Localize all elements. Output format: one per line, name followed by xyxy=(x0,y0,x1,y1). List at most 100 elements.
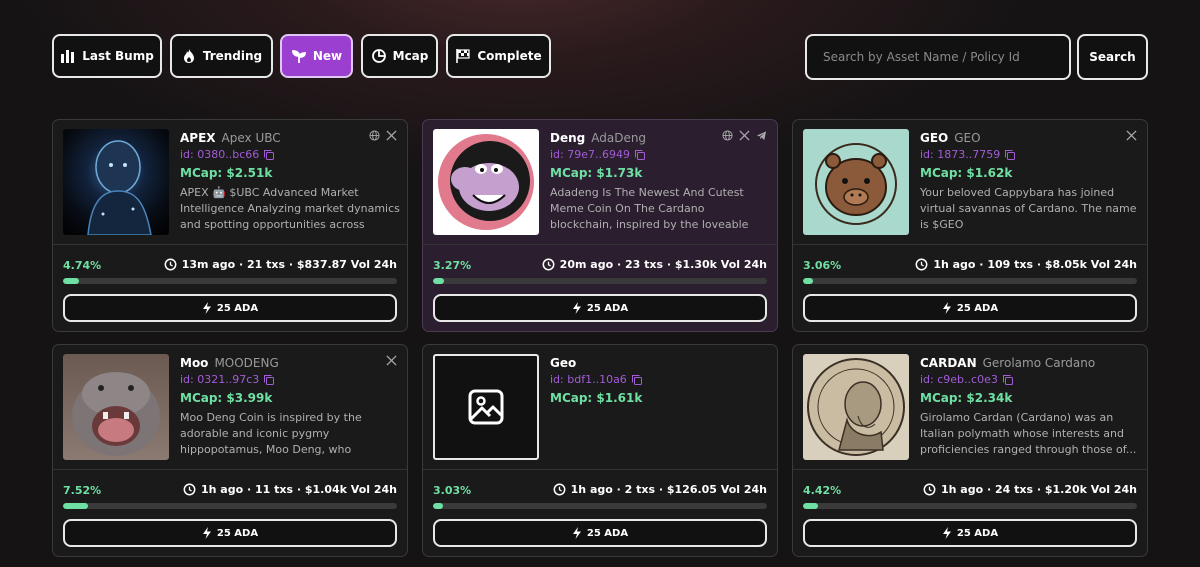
token-name: Geo xyxy=(550,356,577,370)
policy-id: id: bdf1..10a6 xyxy=(550,373,643,386)
checkered-flag-icon xyxy=(456,49,470,63)
token-name-row: APEX Apex UBC xyxy=(180,131,281,145)
bonding-progress-percent: 3.27% xyxy=(433,259,472,272)
filter-last-bump-button[interactable]: Last Bump xyxy=(52,34,162,78)
x-icon[interactable] xyxy=(386,130,397,141)
token-name: Moo xyxy=(180,356,209,370)
filter-toolbar: Last Bump Trending New Mcap Complete Sea… xyxy=(52,34,1148,80)
quick-buy-button[interactable]: 25 ADA xyxy=(63,294,397,322)
token-card[interactable]: CARDAN Gerolamo Cardano id: c9eb..c0e3 MC… xyxy=(792,344,1148,557)
policy-id-text: id: 1873..7759 xyxy=(920,148,1001,161)
token-description: Your beloved Cappybara has joined virtua… xyxy=(920,186,1137,231)
copy-icon[interactable] xyxy=(263,149,275,161)
image-placeholder xyxy=(433,354,539,460)
card-divider xyxy=(423,244,777,245)
filter-label: Trending xyxy=(202,49,263,63)
buy-label: 25 ADA xyxy=(586,302,629,314)
buy-label: 25 ADA xyxy=(586,527,629,539)
token-stats: 1h ago · 2 txs · $126.05 Vol 24h xyxy=(553,483,767,496)
lightning-icon xyxy=(202,302,211,314)
lightning-icon xyxy=(202,527,211,539)
progress-fill xyxy=(63,278,79,284)
stats-text: 1h ago · 2 txs · $126.05 Vol 24h xyxy=(570,483,767,496)
buy-label: 25 ADA xyxy=(216,527,259,539)
copy-icon[interactable] xyxy=(631,374,643,386)
search-button[interactable]: Search xyxy=(1077,34,1148,80)
policy-id-text: id: 79e7..6949 xyxy=(550,148,630,161)
copy-icon[interactable] xyxy=(263,374,275,386)
stats-text: 1h ago · 109 txs · $8.05k Vol 24h xyxy=(933,258,1137,271)
token-stats: 13m ago · 21 txs · $837.87 Vol 24h xyxy=(164,258,397,271)
filter-new-button[interactable]: New xyxy=(280,34,353,78)
quick-buy-button[interactable]: 25 ADA xyxy=(803,294,1137,322)
token-description: Adadeng Is The Newest And Cutest Meme Co… xyxy=(550,186,749,231)
token-name: APEX xyxy=(180,131,216,145)
card-divider xyxy=(53,244,407,245)
token-name: Deng xyxy=(550,131,586,145)
stats-text: 1h ago · 11 txs · $1.04k Vol 24h xyxy=(200,483,397,496)
token-ticker: MOODENG xyxy=(214,356,279,370)
copy-icon[interactable] xyxy=(1002,374,1014,386)
token-name-row: Geo xyxy=(550,356,576,370)
x-icon[interactable] xyxy=(1126,130,1137,141)
globe-icon[interactable] xyxy=(722,130,733,141)
token-description: Moo Deng Coin is inspired by the adorabl… xyxy=(180,411,362,456)
filter-label: Mcap xyxy=(392,49,429,63)
token-card[interactable]: GEO GEO id: 1873..7759 MCap: $1.62k Your … xyxy=(792,119,1148,332)
filter-label: Last Bump xyxy=(82,49,154,63)
clock-icon xyxy=(923,483,936,496)
stats-text: 1h ago · 24 txs · $1.20k Vol 24h xyxy=(940,483,1137,496)
quick-buy-button[interactable]: 25 ADA xyxy=(433,519,767,547)
filter-trending-button[interactable]: Trending xyxy=(170,34,273,78)
bonding-progress-bar xyxy=(803,278,1137,284)
filter-label: New xyxy=(312,49,343,63)
filter-complete-button[interactable]: Complete xyxy=(446,34,551,78)
buy-label: 25 ADA xyxy=(956,527,999,539)
token-ticker: Apex UBC xyxy=(221,131,281,145)
token-card[interactable]: Deng AdaDeng id: 79e7..6949 MCap: $1.73k … xyxy=(422,119,778,332)
progress-fill xyxy=(63,503,89,509)
market-cap: MCap: $2.51k xyxy=(180,166,273,180)
bonding-progress-bar xyxy=(433,278,767,284)
buy-label: 25 ADA xyxy=(956,302,999,314)
stats-text: 13m ago · 21 txs · $837.87 Vol 24h xyxy=(181,258,397,271)
policy-id: id: 0380..bc66 xyxy=(180,148,275,161)
telegram-icon[interactable] xyxy=(756,130,767,141)
bonding-progress-percent: 7.52% xyxy=(63,484,102,497)
social-links xyxy=(386,355,397,366)
bonding-progress-percent: 3.03% xyxy=(433,484,472,497)
progress-fill xyxy=(803,503,818,509)
progress-fill xyxy=(803,278,814,284)
token-image xyxy=(803,129,909,235)
pie-chart-icon xyxy=(371,49,386,63)
token-name-row: GEO GEO xyxy=(920,131,981,145)
x-icon[interactable] xyxy=(386,355,397,366)
lightning-icon xyxy=(572,527,581,539)
token-image xyxy=(803,354,909,460)
search-input[interactable] xyxy=(805,34,1071,80)
token-stats: 1h ago · 11 txs · $1.04k Vol 24h xyxy=(183,483,397,496)
token-card[interactable]: APEX Apex UBC id: 0380..bc66 MCap: $2.51k… xyxy=(52,119,408,332)
quick-buy-button[interactable]: 25 ADA xyxy=(803,519,1137,547)
token-card[interactable]: Geo id: bdf1..10a6 MCap: $1.61k 3.03% 1h… xyxy=(422,344,778,557)
lightning-icon xyxy=(572,302,581,314)
globe-icon[interactable] xyxy=(369,130,380,141)
token-stats: 1h ago · 109 txs · $8.05k Vol 24h xyxy=(915,258,1137,271)
copy-icon[interactable] xyxy=(634,149,646,161)
token-stats: 20m ago · 23 txs · $1.30k Vol 24h xyxy=(542,258,767,271)
quick-buy-button[interactable]: 25 ADA xyxy=(433,294,767,322)
social-links xyxy=(369,130,397,141)
x-icon[interactable] xyxy=(739,130,750,141)
lightning-icon xyxy=(942,302,951,314)
filter-mcap-button[interactable]: Mcap xyxy=(361,34,438,78)
market-cap: MCap: $2.34k xyxy=(920,391,1013,405)
token-card[interactable]: Moo MOODENG id: 0321..97c3 MCap: $3.99k M… xyxy=(52,344,408,557)
copy-icon[interactable] xyxy=(1004,149,1016,161)
policy-id-text: id: 0380..bc66 xyxy=(180,148,260,161)
token-stats: 1h ago · 24 txs · $1.20k Vol 24h xyxy=(923,483,1137,496)
sprout-icon xyxy=(291,50,306,63)
card-divider xyxy=(793,469,1147,470)
bonding-progress-percent: 3.06% xyxy=(803,259,842,272)
quick-buy-button[interactable]: 25 ADA xyxy=(63,519,397,547)
progress-fill xyxy=(433,278,444,284)
